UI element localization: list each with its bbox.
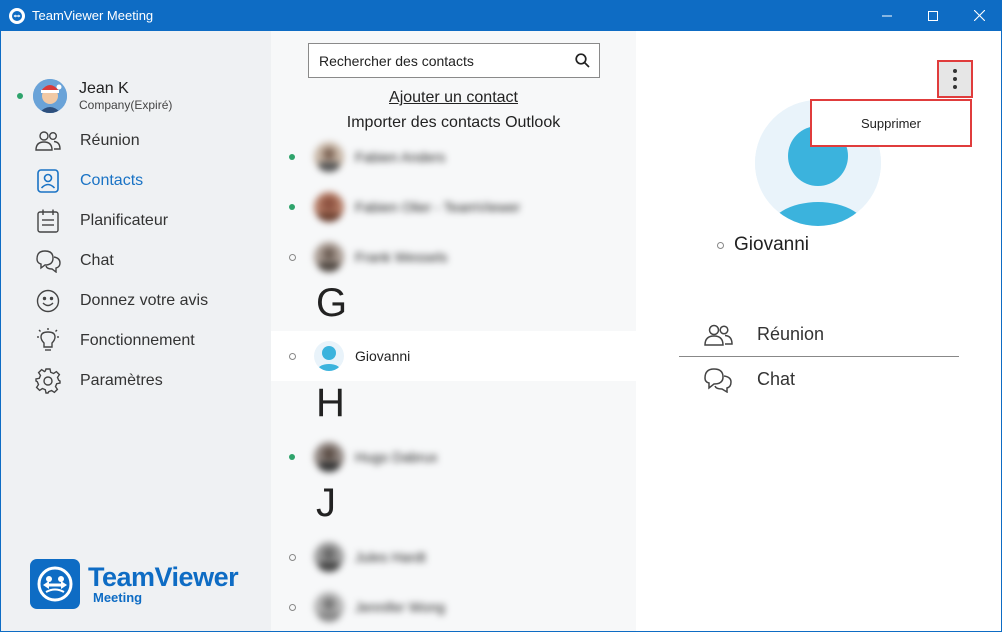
sidebar-item-label: Paramètres [80, 372, 163, 389]
chat-bubbles-icon [701, 365, 735, 395]
contact-detail-name: Giovanni [734, 234, 809, 255]
online-status-indicator [289, 154, 295, 160]
sidebar-item-feedback[interactable]: Donnez votre avis [34, 281, 208, 321]
sidebar-item-chat[interactable]: Chat [34, 241, 208, 281]
contact-name: Hugo Dabrux [355, 449, 438, 465]
start-chat-button[interactable]: Chat [679, 357, 959, 402]
search-icon[interactable] [565, 44, 599, 77]
section-letter: J [316, 481, 336, 525]
contact-row-selected[interactable]: Giovanni [271, 331, 636, 381]
contact-name: Fabien Anders [355, 149, 446, 165]
contact-name: Frank Wessels [355, 249, 448, 265]
more-options-button[interactable] [937, 60, 973, 98]
section-letter: G [316, 281, 348, 325]
sidebar-nav: Réunion Contacts Planificateur Chat Donn… [34, 121, 208, 401]
avatar [314, 592, 344, 622]
offline-status-indicator [289, 352, 296, 360]
sidebar-item-label: Fonctionnement [80, 332, 195, 349]
contact-name: Giovanni [355, 348, 411, 364]
contact-row[interactable]: Fabien Olier - TeamViewer [271, 182, 636, 232]
contact-row[interactable]: Hugo Dabrux [271, 432, 636, 482]
avatar [314, 242, 344, 272]
avatar [314, 442, 344, 472]
action-label: Chat [757, 369, 796, 389]
user-company: Company(Expiré) [79, 98, 173, 112]
sidebar-item-fonctionnement[interactable]: Fonctionnement [34, 321, 208, 361]
sidebar-item-label: Donnez votre avis [80, 292, 209, 309]
add-contact-link[interactable]: Ajouter un contact [271, 89, 636, 107]
more-vertical-icon [953, 69, 957, 73]
action-label: Réunion [757, 324, 825, 344]
chat-bubbles-icon [34, 247, 62, 275]
contact-card-icon [34, 167, 62, 195]
user-online-indicator [17, 93, 23, 99]
contact-name: Jennifer Wong [355, 599, 446, 615]
context-menu: Supprimer [810, 99, 972, 147]
title-bar: TeamViewer Meeting [0, 0, 1002, 31]
search-input[interactable]: Rechercher des contacts [308, 43, 600, 78]
avatar [314, 542, 344, 572]
offline-status-indicator [289, 553, 296, 561]
start-meeting-button[interactable]: Réunion [679, 312, 959, 357]
avatar [314, 341, 344, 371]
avatar [314, 192, 344, 222]
contact-name: Jules Hardt [355, 549, 426, 565]
avatar [314, 142, 344, 172]
sidebar-item-reunion[interactable]: Réunion [34, 121, 208, 161]
search-placeholder: Rechercher des contacts [319, 52, 474, 69]
people-icon [34, 127, 62, 155]
people-icon [701, 320, 735, 350]
gear-icon [34, 367, 62, 395]
sidebar-item-label: Chat [80, 252, 114, 269]
avatar [33, 79, 67, 113]
contact-name: Fabien Olier - TeamViewer [355, 199, 521, 215]
contact-row[interactable]: Jennifer Wong [271, 582, 636, 631]
maximize-button[interactable] [910, 0, 956, 31]
contact-row[interactable]: Fabien Anders [271, 132, 636, 182]
teamviewer-app-icon [9, 7, 25, 24]
user-profile[interactable]: Jean K Company(Expiré) [17, 79, 172, 113]
sidebar-item-label: Réunion [80, 132, 140, 149]
sidebar-item-contacts[interactable]: Contacts [34, 161, 208, 201]
contact-row[interactable]: Jules Hardt [271, 532, 636, 582]
sidebar-item-planificateur[interactable]: Planificateur [34, 201, 208, 241]
calendar-icon [34, 207, 62, 235]
brand-name: TeamViewer [88, 562, 239, 592]
contacts-panel: Rechercher des contacts Ajouter un conta… [271, 31, 636, 631]
brand-subtitle: Meeting [93, 590, 143, 605]
online-status-indicator [289, 454, 295, 460]
menu-item-delete[interactable]: Supprimer [861, 116, 921, 131]
offline-status-indicator [289, 603, 296, 611]
user-name: Jean K [79, 80, 129, 97]
smiley-icon [34, 287, 62, 315]
minimize-button[interactable] [864, 0, 910, 31]
teamviewer-brand: TeamViewer Meeting [30, 559, 239, 609]
sidebar-item-label: Planificateur [80, 212, 169, 229]
lightbulb-icon [34, 327, 62, 355]
teamviewer-logo-icon [30, 559, 80, 609]
close-icon [973, 10, 985, 21]
sidebar: Jean K Company(Expiré) Réunion Contacts … [1, 31, 271, 631]
offline-status-indicator [717, 242, 724, 249]
offline-status-indicator [289, 253, 296, 261]
contact-detail-panel: Supprimer Giovanni Réunion Chat [636, 31, 1001, 631]
online-status-indicator [289, 204, 295, 210]
section-letter: H [316, 381, 345, 425]
window-title: TeamViewer Meeting [32, 8, 154, 23]
contact-row[interactable]: Frank Wessels [271, 232, 636, 282]
maximize-icon [928, 10, 938, 21]
sidebar-item-parametres[interactable]: Paramètres [34, 361, 208, 401]
import-outlook-link[interactable]: Importer des contacts Outlook [271, 114, 636, 132]
minimize-icon [882, 15, 892, 16]
sidebar-item-label: Contacts [80, 172, 144, 189]
close-button[interactable] [956, 0, 1002, 31]
